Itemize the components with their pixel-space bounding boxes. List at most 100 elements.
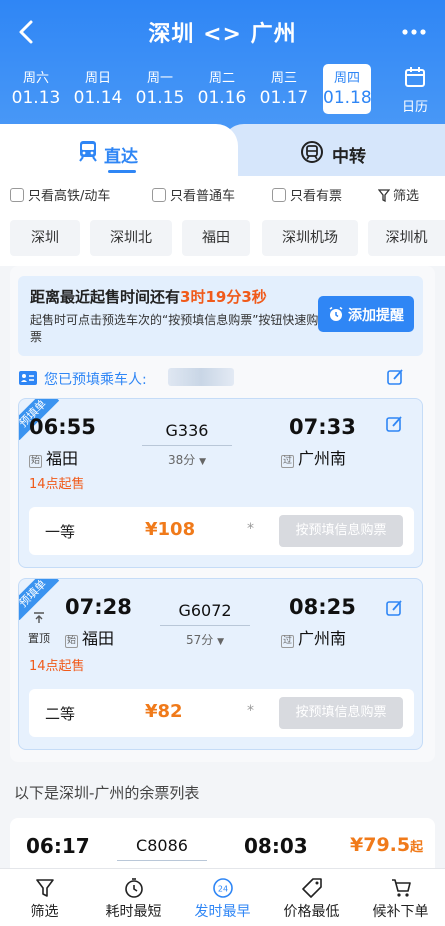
filter-button[interactable]: 筛选 — [377, 188, 420, 206]
preset-train-card[interactable]: 预填单 06:55 始福田 G336 38分 ▼ 07:33 过广州南 14点起… — [18, 398, 423, 568]
nav-filter[interactable]: 筛选 — [0, 869, 89, 926]
pin-top-icon — [34, 612, 44, 623]
station-chip[interactable]: 深圳机场 — [262, 220, 358, 256]
price-value: ¥79.5 — [350, 834, 411, 856]
date-option[interactable]: 周六 01.13 — [6, 64, 66, 114]
calendar-label: 日历 — [401, 100, 428, 115]
nav-waitlist[interactable]: 候补下单 — [356, 869, 445, 926]
sale-time-note: 14点起售 — [29, 659, 85, 674]
passenger-row: 您已预填乘车人: — [18, 366, 423, 390]
train-number: G6072 — [178, 601, 232, 620]
station-chip[interactable]: 深圳 — [10, 220, 80, 256]
station-chips: 深圳 深圳北 福田 深圳机场 深圳机 — [0, 216, 445, 266]
depart-time: 06:55 — [29, 415, 96, 439]
price-tag-icon — [302, 878, 322, 898]
nav-shortest-duration[interactable]: 耗时最短 — [89, 869, 178, 926]
caret-down-icon: ▼ — [217, 637, 225, 647]
date-option[interactable]: 周二 01.16 — [192, 64, 252, 114]
nav-label: 发时最早 — [194, 904, 251, 920]
train-line — [142, 445, 232, 446]
buy-with-preset-button[interactable]: 按预填信息购票 — [279, 515, 403, 547]
train-line — [117, 860, 207, 861]
duration-value: 57分 — [185, 633, 214, 647]
duration[interactable]: 57分 ▼ — [155, 631, 255, 648]
filter-regular-only[interactable]: 只看普通车 — [152, 188, 235, 206]
nav-earliest-departure[interactable]: 24 发时最早 — [178, 869, 267, 926]
tab-direct[interactable]: 直达 — [0, 124, 238, 176]
arrive-station-name: 广州南 — [298, 629, 347, 648]
date-label: 01.16 — [197, 88, 247, 108]
tab-transfer[interactable]: 中转 — [222, 124, 445, 176]
date-option-selected[interactable]: 周四 01.18 — [323, 64, 372, 114]
caret-down-icon: ▼ — [199, 457, 207, 467]
filter-label: 只看普通车 — [170, 189, 236, 204]
depart-time: 06:17 — [26, 834, 90, 858]
origin-tag: 始 — [65, 635, 78, 648]
weekday-label: 周六 — [22, 71, 49, 86]
calendar-button[interactable]: 日历 — [395, 66, 435, 116]
buy-with-preset-button[interactable]: 按预填信息购票 — [279, 697, 403, 729]
weekday-label: 周日 — [84, 71, 111, 86]
seat-availability: * — [247, 703, 254, 719]
weekday-label: 周一 — [146, 71, 173, 86]
train-icon — [79, 141, 97, 162]
date-option[interactable]: 周三 01.17 — [254, 64, 314, 114]
banner-description: 起售时可点击预选车次的“按预填信息购票”按钮快速购票 — [30, 313, 319, 344]
countdown-text: 距离最近起售时间还有3时19分3秒 — [30, 286, 267, 307]
duration[interactable]: 38分 ▼ — [137, 451, 237, 468]
add-reminder-button[interactable]: 添加提醒 — [318, 296, 414, 332]
date-label: 01.18 — [323, 88, 372, 108]
date-option[interactable]: 周一 01.15 — [130, 64, 190, 114]
edit-icon[interactable] — [385, 415, 403, 433]
route-tabs: 中转 直达 — [0, 124, 445, 176]
pass-tag: 过 — [281, 635, 294, 648]
edit-icon[interactable] — [386, 368, 404, 386]
depart-station-name: 福田 — [82, 629, 115, 648]
bottom-nav: 筛选 耗时最短 24 发时最早 价格最低 候补下单 — [0, 868, 445, 926]
seat-price: ¥108 — [145, 519, 196, 540]
calendar-icon — [405, 67, 425, 87]
station-chip[interactable]: 福田 — [182, 220, 250, 256]
filter-label: 筛选 — [393, 189, 420, 204]
weekday-label: 周四 — [333, 71, 360, 86]
more-dots-icon[interactable] — [401, 22, 427, 42]
pin-label: 置顶 — [28, 632, 50, 645]
sale-countdown-banner: 距离最近起售时间还有3时19分3秒 起售时可点击预选车次的“按预填信息购票”按钮… — [18, 276, 423, 356]
arrive-time: 08:03 — [244, 834, 308, 858]
filter-icon — [377, 189, 391, 203]
tab-direct-label: 直达 — [104, 147, 138, 167]
passenger-label: 您已预填乘车人: — [44, 372, 147, 388]
date-label: 01.13 — [11, 88, 61, 108]
tab-underline — [108, 170, 136, 173]
station-chip[interactable]: 深圳北 — [90, 220, 172, 256]
date-option[interactable]: 周日 01.14 — [68, 64, 128, 114]
date-label: 01.14 — [73, 88, 123, 108]
nav-label: 筛选 — [30, 904, 59, 920]
filter-label: 只看高铁/动车 — [28, 189, 111, 204]
filter-bar: 只看高铁/动车 只看普通车 只看有票 筛选 — [0, 176, 445, 216]
transfer-train-icon — [301, 141, 323, 163]
nav-label: 耗时最短 — [105, 904, 162, 920]
station-chip[interactable]: 深圳机 — [368, 220, 445, 256]
nav-lowest-price[interactable]: 价格最低 — [267, 869, 356, 926]
depart-station: 始福田 — [29, 445, 78, 469]
arrive-station-name: 广州南 — [298, 449, 347, 468]
pass-tag: 过 — [281, 455, 294, 468]
remaining-tickets-title: 以下是深圳-广州的余票列表 — [14, 784, 200, 802]
seat-row: 二等 ¥82 * 按预填信息购票 — [29, 689, 414, 737]
preset-train-card[interactable]: 预填单 置顶 07:28 始福田 G6072 57分 ▼ 08:25 过广州南 … — [18, 578, 423, 750]
tab-transfer-label: 中转 — [332, 147, 366, 167]
filter-available-only[interactable]: 只看有票 — [272, 188, 342, 206]
id-card-icon — [19, 371, 37, 385]
edit-icon[interactable] — [385, 599, 403, 617]
timer-icon — [125, 878, 143, 898]
pin-to-top-button[interactable]: 置顶 — [25, 609, 53, 646]
filter-high-speed-only[interactable]: 只看高铁/动车 — [10, 188, 110, 206]
depart-time: 07:28 — [65, 595, 132, 619]
svg-text:24: 24 — [218, 885, 228, 894]
checkbox-icon — [152, 188, 166, 202]
cart-icon — [392, 879, 411, 897]
seat-class: 二等 — [45, 705, 76, 723]
countdown-prefix: 距离最近起售时间还有 — [30, 288, 181, 306]
top-bar: 深圳 <> 广州 — [0, 0, 445, 64]
